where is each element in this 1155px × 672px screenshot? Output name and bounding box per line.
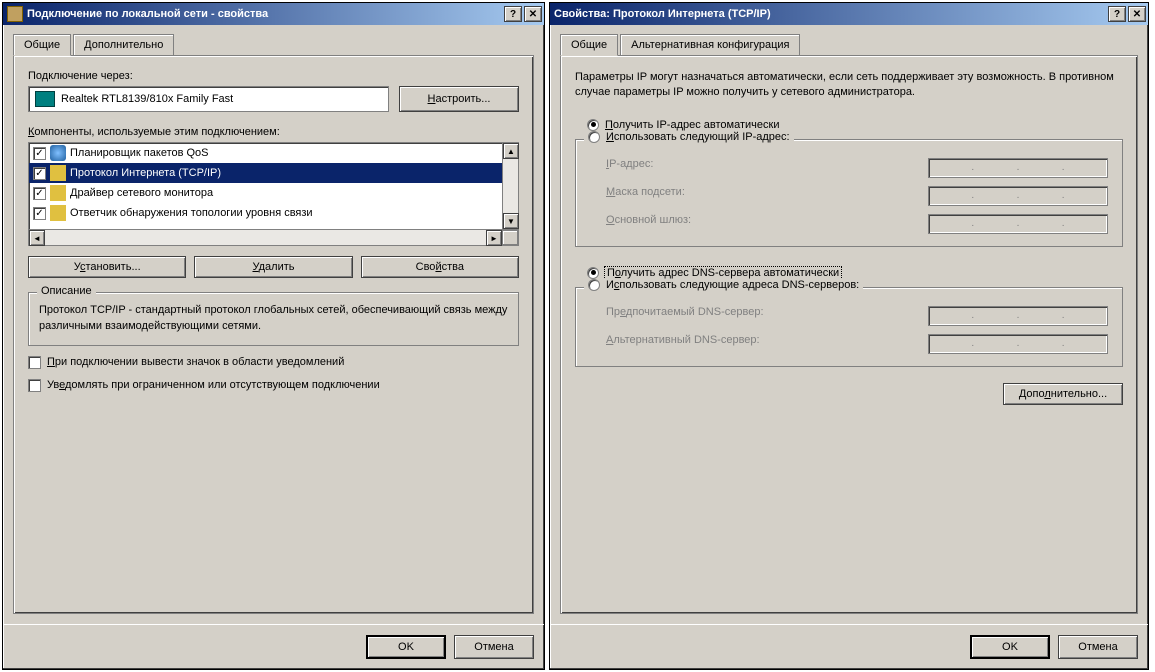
scroll-left-icon[interactable]: ◄ (29, 230, 45, 246)
list-item-label: Протокол Интернета (TCP/IP) (70, 167, 221, 179)
dns-alternate-input: ... (928, 334, 1108, 354)
ok-button[interactable]: OK (970, 635, 1050, 659)
radio-label: Использовать следующие адреса DNS-сервер… (606, 279, 859, 291)
description-text: Протокол TCP/IP - стандартный протокол г… (39, 303, 508, 335)
adapter-field: Realtek RTL8139/810x Family Fast (28, 86, 389, 112)
scrollbar-vertical[interactable]: ▲ ▼ (502, 143, 518, 229)
tabs: Общие Альтернативная конфигурация (560, 34, 1138, 56)
dns-preferred-input: ... (928, 306, 1108, 326)
ok-button[interactable]: OK (366, 635, 446, 659)
radio-label: Получить IP-адрес автоматически (605, 119, 779, 131)
title-text: Подключение по локальной сети - свойства (27, 8, 502, 20)
dialog-footer: OK Отмена (3, 624, 544, 669)
tcpip-properties-window: Свойства: Протокол Интернета (TCP/IP) ? … (549, 2, 1149, 670)
radio-label: Получить адрес DNS-сервера автоматически (605, 267, 841, 279)
dns-preferred-label: Предпочитаемый DNS-сервер: (606, 306, 916, 326)
list-item-label: Драйвер сетевого монитора (70, 187, 213, 199)
list-item-qos[interactable]: ✓ Планировщик пакетов QoS (29, 143, 502, 163)
radio-icon[interactable] (587, 267, 599, 279)
tray-checkbox-row[interactable]: При подключении вывести значок в области… (28, 356, 519, 369)
radio-icon[interactable] (587, 119, 599, 131)
help-button[interactable]: ? (1108, 6, 1126, 22)
checkbox-icon[interactable]: ✓ (33, 167, 46, 180)
manual-dns-group: Использовать следующие адреса DNS-сервер… (575, 287, 1123, 367)
close-button[interactable]: ✕ (1128, 6, 1146, 22)
lan-properties-window: Подключение по локальной сети - свойства… (2, 2, 545, 670)
configure-button[interactable]: Настроить... (399, 86, 519, 112)
radio-icon[interactable] (588, 279, 600, 291)
connect-via-label: Подключение через: (28, 70, 519, 82)
properties-button[interactable]: Свойства (361, 256, 519, 278)
tab-alternate[interactable]: Альтернативная конфигурация (620, 34, 800, 56)
checkbox-icon[interactable]: ✓ (33, 207, 46, 220)
checkbox-icon[interactable]: ✓ (33, 187, 46, 200)
tab-panel: Параметры IP могут назначаться автоматич… (560, 55, 1138, 614)
tab-general[interactable]: Общие (560, 34, 618, 56)
scroll-up-icon[interactable]: ▲ (503, 143, 519, 159)
list-item-tcpip[interactable]: ✓ Протокол Интернета (TCP/IP) (29, 163, 502, 183)
tab-panel: Подключение через: Realtek RTL8139/810x … (13, 55, 534, 614)
info-text: Параметры IP могут назначаться автоматич… (575, 70, 1123, 101)
remove-button[interactable]: Удалить (194, 256, 352, 278)
install-button[interactable]: Установить... (28, 256, 186, 278)
advanced-button[interactable]: Дополнительно... (1003, 383, 1123, 405)
subnet-mask-label: Маска подсети: (606, 186, 916, 206)
tab-advanced[interactable]: Дополнительно (73, 34, 174, 56)
network-card-icon (35, 91, 55, 107)
app-icon (7, 6, 23, 22)
ip-address-input: ... (928, 158, 1108, 178)
checkbox-icon[interactable] (28, 379, 41, 392)
adapter-name: Realtek RTL8139/810x Family Fast (61, 93, 233, 105)
list-item-label: Планировщик пакетов QoS (70, 147, 209, 159)
components-listbox[interactable]: ✓ Планировщик пакетов QoS ✓ Протокол Инт… (28, 142, 519, 246)
checkbox-icon[interactable] (28, 356, 41, 369)
dialog-footer: OK Отмена (550, 624, 1148, 669)
scroll-track[interactable] (45, 230, 486, 245)
scroll-down-icon[interactable]: ▼ (503, 213, 519, 229)
cancel-button[interactable]: Отмена (454, 635, 534, 659)
list-item-label: Ответчик обнаружения топологии уровня св… (70, 207, 313, 219)
list-item-lldp[interactable]: ✓ Ответчик обнаружения топологии уровня … (29, 203, 502, 223)
gateway-input: ... (928, 214, 1108, 234)
subnet-mask-input: ... (928, 186, 1108, 206)
components-label: Компоненты, используемые этим подключени… (28, 126, 519, 138)
radio-label: Использовать следующий IP-адрес: (606, 131, 790, 143)
help-button[interactable]: ? (504, 6, 522, 22)
checkbox-icon[interactable]: ✓ (33, 147, 46, 160)
dns-alternate-label: Альтернативный DNS-сервер: (606, 334, 916, 354)
manual-ip-group: Использовать следующий IP-адрес: IP-адре… (575, 139, 1123, 247)
close-button[interactable]: ✕ (524, 6, 542, 22)
description-title: Описание (37, 285, 96, 297)
description-group: Описание Протокол TCP/IP - стандартный п… (28, 292, 519, 346)
title-text: Свойства: Протокол Интернета (TCP/IP) (554, 8, 1106, 20)
protocol-icon (50, 185, 66, 201)
titlebar: Подключение по локальной сети - свойства… (3, 3, 544, 25)
protocol-icon (50, 205, 66, 221)
limited-checkbox-row[interactable]: Уведомлять при ограниченном или отсутств… (28, 379, 519, 392)
qos-icon (50, 145, 66, 161)
titlebar: Свойства: Протокол Интернета (TCP/IP) ? … (550, 3, 1148, 25)
scrollbar-horizontal[interactable]: ◄ ► (29, 229, 518, 245)
scroll-right-icon[interactable]: ► (486, 230, 502, 246)
radio-icon[interactable] (588, 131, 600, 143)
tabs: Общие Дополнительно (13, 34, 534, 56)
scroll-track[interactable] (503, 159, 518, 213)
radio-manual-ip[interactable]: Использовать следующий IP-адрес: (584, 131, 794, 143)
list-item-netmon[interactable]: ✓ Драйвер сетевого монитора (29, 183, 502, 203)
radio-manual-dns[interactable]: Использовать следующие адреса DNS-сервер… (584, 279, 863, 291)
gateway-label: Основной шлюз: (606, 214, 916, 234)
cancel-button[interactable]: Отмена (1058, 635, 1138, 659)
tab-general[interactable]: Общие (13, 34, 71, 56)
checkbox-label: Уведомлять при ограниченном или отсутств… (47, 379, 380, 391)
checkbox-label: При подключении вывести значок в области… (47, 356, 344, 368)
ip-address-label: IP-адрес: (606, 158, 916, 178)
protocol-icon (50, 165, 66, 181)
